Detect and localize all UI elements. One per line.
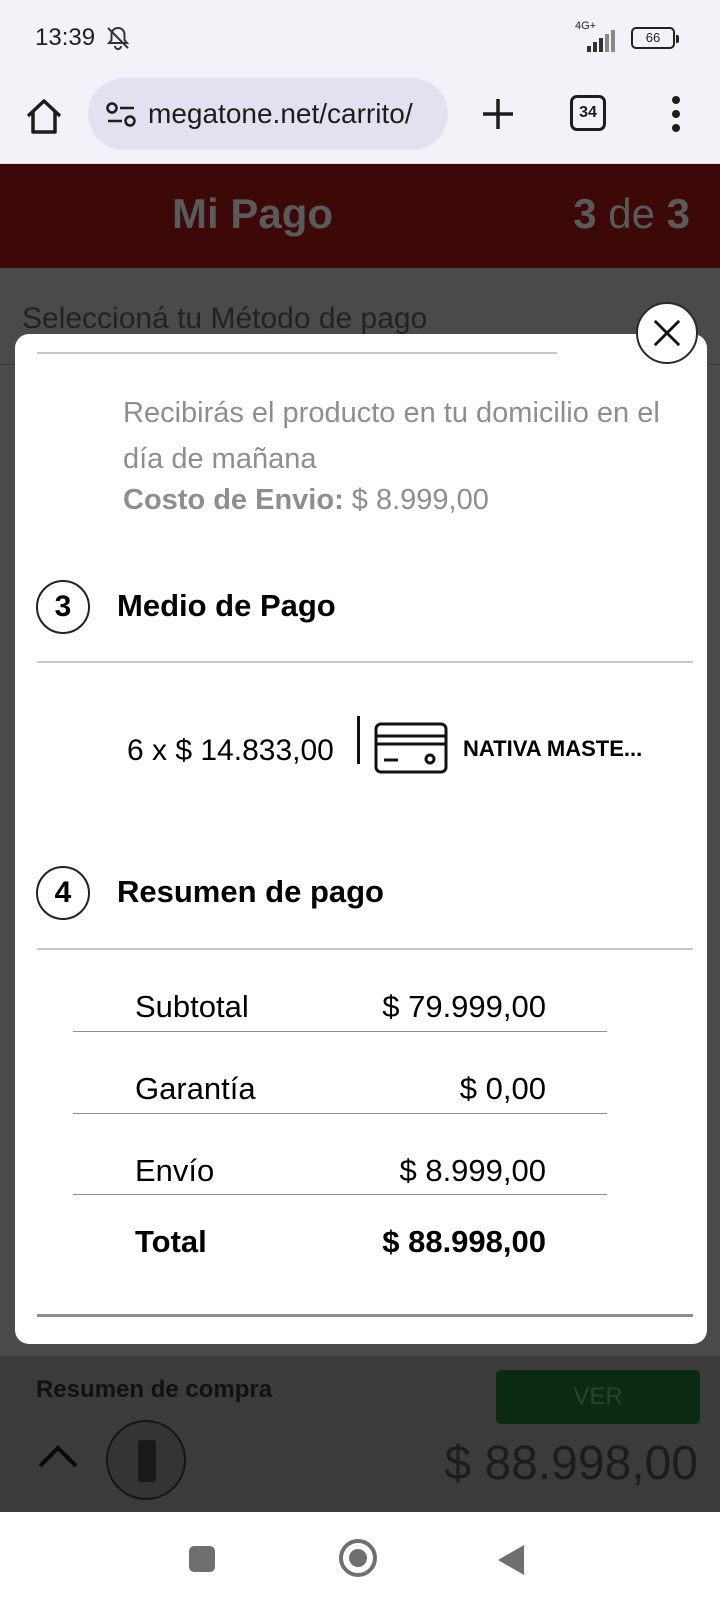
more-menu-icon[interactable]	[664, 92, 688, 136]
divider	[357, 716, 360, 764]
step-word: de	[608, 190, 655, 237]
tab-switcher-button[interactable]: 34	[570, 95, 606, 131]
page-title: Mi Pago	[172, 190, 334, 237]
step-current: 3	[573, 190, 597, 237]
status-bar: 13:39 4G+ 66	[0, 0, 720, 78]
warranty-value: $ 0,00	[459, 1071, 546, 1106]
signal-icon: 4G+	[575, 20, 623, 54]
browser-toolbar: megatone.net/carrito/ 34	[0, 78, 720, 164]
credit-card-icon	[374, 722, 448, 774]
payment-summary-title: Resumen de pago	[117, 874, 384, 909]
total-label: Total	[135, 1224, 207, 1259]
product-thumbnail[interactable]	[106, 1420, 186, 1500]
view-button[interactable]: VER	[496, 1370, 700, 1424]
row-divider	[73, 1031, 607, 1032]
total-value: $ 88.998,00	[382, 1224, 546, 1259]
status-time: 13:39	[35, 24, 96, 51]
site-settings-icon[interactable]	[106, 102, 136, 128]
shipping-cost-value: $ 8.999,00	[351, 484, 489, 516]
step-number-4: 4	[36, 866, 90, 920]
payment-method-title: Medio de Pago	[117, 588, 336, 623]
divider	[37, 661, 693, 663]
purchase-total: $ 88.998,00	[444, 1437, 698, 1490]
purchase-summary-title: Resumen de compra	[36, 1376, 273, 1403]
shipping-value: $ 8.999,00	[399, 1153, 546, 1188]
step-total: 3	[666, 190, 690, 237]
home-icon[interactable]	[22, 94, 66, 138]
divider	[37, 948, 693, 950]
step-indicator: 3 de 3	[573, 190, 690, 238]
home-nav-icon[interactable]	[339, 1539, 377, 1577]
divider	[37, 352, 557, 354]
shipping-label: Envío	[135, 1153, 215, 1188]
card-name: NATIVA MASTE...	[463, 736, 643, 761]
address-bar[interactable]: megatone.net/carrito/	[88, 78, 448, 150]
row-divider	[73, 1194, 607, 1195]
chevron-up-icon[interactable]	[36, 1442, 80, 1470]
step-number-3: 3	[36, 580, 90, 634]
shipping-cost: Costo de Envio: $ 8.999,00	[123, 484, 489, 517]
row-divider	[73, 1113, 607, 1114]
payment-summary-modal: Recibirás el producto en tu domicilio en…	[15, 334, 707, 1344]
shipping-cost-label: Costo de Envio:	[123, 484, 344, 516]
new-tab-icon[interactable]	[476, 92, 520, 136]
notifications-muted-icon	[106, 26, 130, 50]
subtotal-label: Subtotal	[135, 989, 249, 1024]
subtotal-value: $ 79.999,00	[382, 989, 546, 1024]
delivery-info: Recibirás el producto en tu domicilio en…	[123, 397, 660, 475]
divider	[37, 1314, 693, 1317]
warranty-label: Garantía	[135, 1071, 256, 1106]
purchase-summary-bar: Resumen de compra VER $ 88.998,00	[0, 1356, 720, 1512]
close-icon[interactable]	[636, 302, 698, 364]
back-icon[interactable]	[498, 1545, 524, 1575]
url-text[interactable]: megatone.net/carrito/	[148, 98, 438, 130]
recent-apps-icon[interactable]	[189, 1546, 215, 1572]
page-header: Mi Pago 3 de 3	[0, 164, 720, 268]
battery-icon: 66	[631, 27, 679, 49]
system-navigation-bar	[0, 1512, 720, 1600]
payment-method-heading: Seleccioná tu Método de pago	[22, 302, 428, 335]
installment-plan: 6 x $ 14.833,00	[127, 734, 334, 767]
